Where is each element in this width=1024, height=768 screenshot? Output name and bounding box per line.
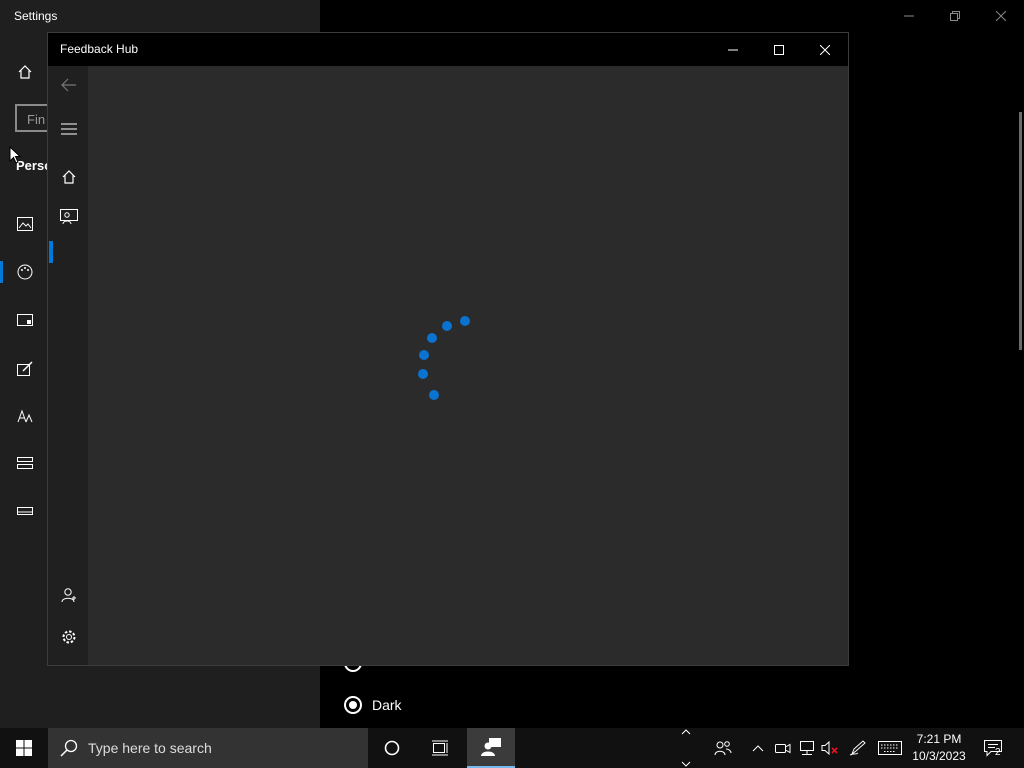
feedback-hub-window: Feedback Hub [47, 32, 849, 666]
chevron-up-icon [681, 729, 691, 735]
clock-date: 10/3/2023 [912, 749, 966, 763]
settings-minimize-button[interactable] [886, 4, 932, 28]
taskbar-icon[interactable] [15, 501, 35, 521]
settings-gear-icon[interactable] [58, 626, 80, 648]
people-icon[interactable] [713, 738, 733, 758]
feedback-icon[interactable] [58, 206, 80, 228]
show-hidden-icons-button[interactable] [748, 738, 768, 758]
selected-indicator [0, 261, 3, 283]
notification-count: 2 [995, 747, 1001, 758]
task-view-icon [432, 740, 448, 756]
add-user-icon[interactable] [58, 584, 80, 606]
hamburger-icon[interactable] [58, 118, 80, 140]
nav-selected-indicator [49, 241, 53, 263]
start-button[interactable] [0, 728, 48, 768]
spinner-dot [429, 390, 439, 400]
spinner-dot [427, 333, 437, 343]
spinner-dot [442, 321, 452, 331]
back-icon[interactable] [58, 74, 80, 96]
spinner-dot [418, 369, 428, 379]
settings-close-button[interactable] [978, 4, 1024, 28]
network-icon[interactable] [797, 738, 817, 758]
spinner-dot [419, 350, 429, 360]
close-button[interactable] [802, 33, 848, 66]
feedback-hub-title: Feedback Hub [60, 42, 139, 56]
themes-icon[interactable] [15, 359, 35, 379]
colors-icon[interactable] [15, 262, 35, 282]
search-icon [60, 739, 78, 757]
taskbar: Type here to search 7:21 PM 10/3/2023 [0, 728, 1024, 768]
feedback-hub-titlebar[interactable]: Feedback Hub [48, 33, 848, 66]
windows-logo-icon [16, 740, 32, 756]
taskbar-search-box[interactable]: Type here to search [48, 728, 368, 768]
home-icon[interactable] [15, 62, 35, 82]
settings-title: Settings [14, 9, 58, 23]
touch-keyboard-icon[interactable] [877, 738, 903, 758]
settings-restore-button[interactable] [932, 4, 978, 28]
chevron-down-icon [681, 761, 691, 767]
maximize-button[interactable] [756, 33, 802, 66]
dark-radio-dot [349, 701, 357, 709]
dark-radio[interactable] [344, 696, 362, 714]
feedback-hub-nav [48, 66, 88, 665]
taskbar-scroll-arrows[interactable] [676, 729, 696, 767]
dark-option-label: Dark [372, 697, 402, 713]
settings-scrollbar[interactable] [1019, 112, 1022, 350]
background-icon[interactable] [15, 214, 35, 234]
home-icon[interactable] [58, 166, 80, 188]
feedback-hub-icon [481, 738, 501, 756]
cortana-button[interactable] [368, 728, 416, 768]
mouse-cursor-icon [9, 146, 21, 164]
volume-muted-icon[interactable] [820, 738, 840, 758]
taskbar-search-placeholder: Type here to search [88, 740, 212, 756]
clock-time: 7:21 PM [916, 732, 962, 746]
lock-screen-icon[interactable] [15, 311, 35, 331]
fonts-icon[interactable] [15, 406, 35, 426]
task-view-button[interactable] [416, 728, 464, 768]
pen-workspace-icon[interactable] [848, 738, 868, 758]
feedback-hub-taskbar-button[interactable] [467, 728, 515, 768]
spinner-dot [460, 316, 470, 326]
meet-now-icon[interactable] [773, 738, 793, 758]
clock[interactable]: 7:21 PM 10/3/2023 [906, 731, 972, 765]
settings-search-placeholder: Fin [27, 112, 46, 127]
cortana-icon [384, 740, 400, 756]
chevron-up-icon [752, 745, 764, 752]
minimize-button[interactable] [710, 33, 756, 66]
start-icon[interactable] [15, 453, 35, 473]
